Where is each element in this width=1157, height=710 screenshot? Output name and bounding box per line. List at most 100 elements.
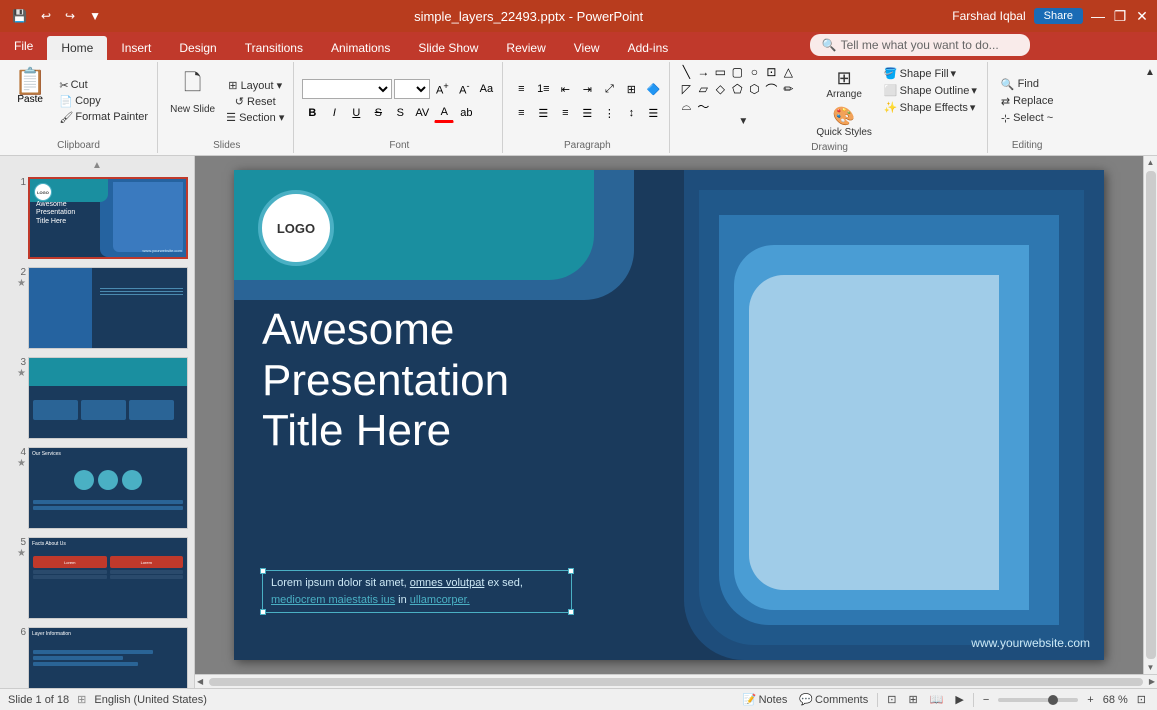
comments-button[interactable]: 💬 Comments xyxy=(796,692,871,707)
col-btn[interactable]: ⋮ xyxy=(599,103,619,123)
slide-thumb-1[interactable]: 1 LOGO AwesomePresentationTitle Here www… xyxy=(4,175,190,261)
arrow-shape[interactable]: → xyxy=(695,64,711,80)
tell-me-box[interactable]: 🔍 Tell me what you want to do... xyxy=(810,34,1030,56)
shadow-btn[interactable]: S xyxy=(390,103,410,123)
clear-format-btn[interactable]: Aa xyxy=(476,79,496,99)
freeform-shape[interactable]: ✏ xyxy=(780,81,796,97)
replace-button[interactable]: ⇄ Replace xyxy=(998,94,1057,109)
decrease-font-btn[interactable]: A- xyxy=(454,79,474,99)
zoom-out-btn[interactable]: − xyxy=(980,693,992,707)
decrease-indent-btn[interactable]: ⇤ xyxy=(555,79,575,99)
collapse-ribbon-btn[interactable]: ▲ xyxy=(1144,66,1156,79)
slide-sorter-btn[interactable]: ⊞ xyxy=(905,692,920,707)
para-spacing-btn[interactable]: ☰ xyxy=(643,103,663,123)
restore-btn[interactable]: ❐ xyxy=(1113,9,1127,23)
diamond-shape[interactable]: ◇ xyxy=(712,81,728,97)
strikethrough-btn[interactable]: S xyxy=(368,103,388,123)
scroll-right-btn[interactable]: ▶ xyxy=(1147,675,1157,688)
tab-home[interactable]: Home xyxy=(47,36,107,60)
horizontal-scrollbar[interactable]: ◀ ▶ xyxy=(195,674,1157,688)
increase-indent-btn[interactable]: ⇥ xyxy=(577,79,597,99)
minimize-btn[interactable]: — xyxy=(1091,9,1105,23)
rounded-rect-shape[interactable]: ▢ xyxy=(729,64,745,80)
shape-outline-button[interactable]: ⬜ Shape Outline ▾ xyxy=(880,83,981,98)
customize-quick-btn[interactable]: ▼ xyxy=(85,7,105,25)
slide-4-thumbnail[interactable]: Our Services xyxy=(28,447,188,529)
section-button[interactable]: ☰ Section ▾ xyxy=(223,110,287,125)
slide-3-thumbnail[interactable]: Awesome Header Here xyxy=(28,357,188,439)
close-btn[interactable]: ✕ xyxy=(1135,9,1149,23)
fit-slide-btn[interactable]: ⊡ xyxy=(1134,692,1149,707)
text-highlight-btn[interactable]: ab xyxy=(456,103,476,123)
curve-shape[interactable]: ⌒ xyxy=(763,81,779,97)
arc-shape[interactable]: ⌓ xyxy=(678,98,694,114)
font-size-select[interactable] xyxy=(394,79,430,99)
rtriangle-shape[interactable]: ◸ xyxy=(678,81,694,97)
share-button[interactable]: Share xyxy=(1034,8,1083,24)
penta-shape[interactable]: ⬠ xyxy=(729,81,745,97)
triangle-shape[interactable]: △ xyxy=(780,64,796,80)
justify-btn[interactable]: ☰ xyxy=(577,103,597,123)
slide-5-thumbnail[interactable]: Facts About Us Lorem Lorem xyxy=(28,537,188,619)
new-slide-button[interactable]: 🗋 New Slide xyxy=(166,64,219,138)
reading-view-btn[interactable]: 📖 xyxy=(927,692,947,707)
align-right-btn[interactable]: ≡ xyxy=(555,103,575,123)
undo-btn[interactable]: ↩ xyxy=(37,7,55,25)
increase-font-btn[interactable]: A+ xyxy=(432,79,452,99)
slides-scroll-up[interactable]: ▲ xyxy=(4,160,190,171)
slide-thumb-3[interactable]: 3 ★ Awesome Header Here xyxy=(4,355,190,441)
tab-slideshow[interactable]: Slide Show xyxy=(404,36,492,60)
hscroll-thumb[interactable] xyxy=(209,678,1143,686)
redo-btn[interactable]: ↪ xyxy=(61,7,79,25)
slide-1-thumbnail[interactable]: LOGO AwesomePresentationTitle Here www.y… xyxy=(28,177,188,259)
align-left-btn[interactable]: ≡ xyxy=(511,103,531,123)
rect-shape[interactable]: ▭ xyxy=(712,64,728,80)
layout-button[interactable]: ⊞ Layout ▾ xyxy=(223,78,287,93)
tab-review[interactable]: Review xyxy=(492,36,559,60)
normal-view-btn[interactable]: ⊡ xyxy=(884,692,899,707)
oval-shape[interactable]: ○ xyxy=(746,64,762,80)
char-spacing-btn[interactable]: AV xyxy=(412,103,432,123)
italic-btn[interactable]: I xyxy=(324,103,344,123)
scribble-shape[interactable]: 〜 xyxy=(695,98,711,114)
scroll-down-btn[interactable]: ▼ xyxy=(1145,661,1157,674)
zoom-slider[interactable] xyxy=(998,698,1078,702)
slide-thumb-5[interactable]: 5 ★ Facts About Us Lorem xyxy=(4,535,190,621)
format-painter-button[interactable]: 🖌 Format Painter xyxy=(56,110,151,125)
notes-button[interactable]: 📝 Notes xyxy=(740,692,790,707)
line-spacing-btn[interactable]: ↕ xyxy=(621,103,641,123)
more-shapes[interactable]: ⊡ xyxy=(763,64,779,80)
slide-thumb-4[interactable]: 4 ★ Our Services xyxy=(4,445,190,531)
shapes-scroll-down[interactable]: ▼ xyxy=(678,115,808,128)
tab-insert[interactable]: Insert xyxy=(107,36,165,60)
numbering-btn[interactable]: 1≡ xyxy=(533,79,553,99)
hexagon-shape[interactable]: ⬡ xyxy=(746,81,762,97)
shape-effects-button[interactable]: ✨ Shape Effects ▾ xyxy=(880,100,981,115)
tab-addins[interactable]: Add-ins xyxy=(614,36,683,60)
tab-animations[interactable]: Animations xyxy=(317,36,404,60)
line-shape[interactable]: ╲ xyxy=(678,64,694,80)
select-button[interactable]: ⊹ Select ~ xyxy=(998,111,1057,126)
arrange-button[interactable]: ⊞ Arrange xyxy=(812,66,876,102)
vscroll-thumb[interactable] xyxy=(1146,171,1156,659)
slide-2-thumbnail[interactable]: Company Layers xyxy=(28,267,188,349)
tab-design[interactable]: Design xyxy=(165,36,230,60)
slide-thumb-2[interactable]: 2 ★ Company Layers xyxy=(4,265,190,351)
tab-view[interactable]: View xyxy=(560,36,614,60)
scroll-up-btn[interactable]: ▲ xyxy=(1145,156,1157,169)
align-center-btn[interactable]: ☰ xyxy=(533,103,553,123)
zoom-in-btn[interactable]: + xyxy=(1084,693,1096,707)
tab-file[interactable]: File xyxy=(0,32,47,60)
find-button[interactable]: 🔍 Find xyxy=(998,77,1057,92)
smart-art-btn[interactable]: 🔷 xyxy=(643,79,663,99)
scroll-left-btn[interactable]: ◀ xyxy=(195,675,205,688)
text-direction-btn[interactable]: ⤢ xyxy=(599,79,619,99)
convert-list-btn[interactable]: ⊞ xyxy=(621,79,641,99)
parallelogram-shape[interactable]: ▱ xyxy=(695,81,711,97)
font-name-select[interactable] xyxy=(302,79,392,99)
paste-button[interactable]: 📋 Paste xyxy=(6,64,54,138)
font-color-btn[interactable]: A xyxy=(434,103,454,123)
vertical-scrollbar[interactable]: ▲ ▼ xyxy=(1143,156,1157,674)
quick-styles-button[interactable]: 🎨 Quick Styles xyxy=(812,104,876,140)
slide-body-textbox[interactable]: Lorem ipsum dolor sit amet, omnes volutp… xyxy=(262,570,572,613)
